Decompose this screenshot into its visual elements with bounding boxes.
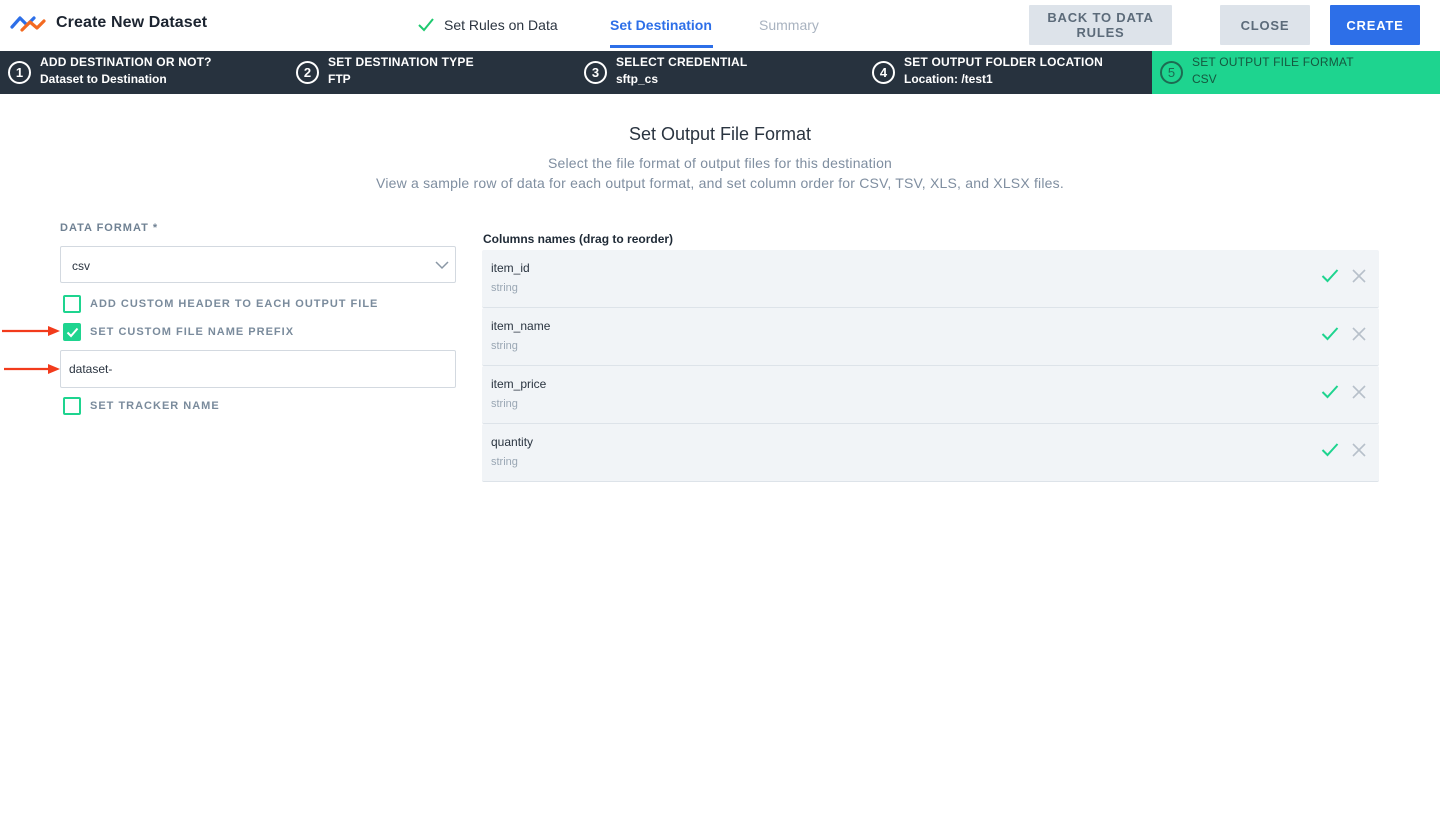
close-icon[interactable] bbox=[1352, 385, 1366, 399]
step-number: 4 bbox=[872, 61, 895, 84]
column-type: string bbox=[491, 340, 518, 352]
column-name: item_id bbox=[491, 261, 530, 275]
step-title: SET OUTPUT FOLDER LOCATION bbox=[904, 55, 1103, 69]
column-name: quantity bbox=[491, 435, 534, 449]
step-destination-type[interactable]: 2 SET DESTINATION TYPE FTP bbox=[288, 51, 576, 94]
step-value: CSV bbox=[1192, 72, 1217, 86]
step-title: SET OUTPUT FILE FORMAT bbox=[1192, 55, 1354, 69]
check-icon[interactable] bbox=[1321, 326, 1339, 342]
tracker-name-label: SET TRACKER NAME bbox=[90, 400, 220, 412]
step-output-file-format[interactable]: 5 SET OUTPUT FILE FORMAT CSV bbox=[1152, 51, 1440, 94]
step-title: SET DESTINATION TYPE bbox=[328, 55, 474, 69]
close-icon[interactable] bbox=[1352, 443, 1366, 457]
column-type: string bbox=[491, 398, 518, 410]
column-name: item_name bbox=[491, 319, 551, 333]
step-select-credential[interactable]: 3 SELECT CREDENTIAL sftp_cs bbox=[576, 51, 864, 94]
column-row[interactable]: item_price string bbox=[482, 366, 1379, 424]
column-name: item_price bbox=[491, 377, 547, 391]
tracker-name-checkbox[interactable] bbox=[63, 397, 81, 415]
arrow-right-icon bbox=[4, 364, 60, 374]
brand-logo-icon bbox=[10, 16, 46, 32]
steps-bar: 1 ADD DESTINATION OR NOT? Dataset to Des… bbox=[0, 51, 1440, 94]
check-icon bbox=[418, 18, 434, 32]
step-value: sftp_cs bbox=[616, 72, 659, 86]
create-button[interactable]: CREATE bbox=[1330, 5, 1420, 45]
column-row[interactable]: item_id string bbox=[482, 250, 1379, 308]
step-title: SELECT CREDENTIAL bbox=[616, 55, 748, 69]
custom-prefix-checkbox[interactable] bbox=[63, 323, 81, 341]
page-title: Create New Dataset bbox=[56, 14, 208, 31]
section-title: Set Output File Format bbox=[628, 124, 812, 144]
close-button[interactable]: CLOSE bbox=[1220, 5, 1310, 45]
columns-list: item_id string item_name string item_pri… bbox=[482, 250, 1379, 482]
top-bar: Create New Dataset Set Rules on Data Set… bbox=[0, 0, 1440, 51]
columns-label: Columns names (drag to reorder) bbox=[483, 232, 674, 246]
data-format-label: DATA FORMAT * bbox=[60, 222, 159, 234]
section-subtitle: Select the file format of output files f… bbox=[547, 155, 893, 171]
check-icon[interactable] bbox=[1321, 384, 1339, 400]
check-icon[interactable] bbox=[1321, 268, 1339, 284]
column-type: string bbox=[491, 456, 518, 468]
column-type: string bbox=[491, 282, 518, 294]
data-format-select[interactable]: csv bbox=[60, 246, 456, 283]
data-format-value: csv bbox=[72, 259, 90, 273]
column-row[interactable]: item_name string bbox=[482, 308, 1379, 366]
custom-header-checkbox[interactable] bbox=[63, 295, 81, 313]
step-number: 3 bbox=[584, 61, 607, 84]
close-icon[interactable] bbox=[1352, 327, 1366, 341]
tab-label: Set Destination bbox=[610, 17, 712, 33]
file-name-prefix-input[interactable] bbox=[60, 350, 456, 388]
step-number: 1 bbox=[8, 61, 31, 84]
column-row[interactable]: quantity string bbox=[482, 424, 1379, 482]
check-icon[interactable] bbox=[1321, 442, 1339, 458]
check-icon bbox=[66, 327, 79, 338]
step-number: 5 bbox=[1160, 61, 1183, 84]
chevron-down-icon bbox=[435, 261, 449, 270]
custom-prefix-label: SET CUSTOM FILE NAME PREFIX bbox=[90, 326, 295, 338]
step-value: FTP bbox=[328, 72, 351, 86]
step-value: Location: /test1 bbox=[904, 72, 993, 86]
section-description: View a sample row of data for each outpu… bbox=[376, 175, 1064, 191]
arrow-right-icon bbox=[2, 326, 60, 336]
step-output-folder[interactable]: 4 SET OUTPUT FOLDER LOCATION Location: /… bbox=[864, 51, 1152, 94]
tab-summary[interactable]: Summary bbox=[759, 17, 819, 51]
tab-set-destination[interactable]: Set Destination bbox=[610, 17, 713, 51]
close-icon[interactable] bbox=[1352, 269, 1366, 283]
step-add-destination[interactable]: 1 ADD DESTINATION OR NOT? Dataset to Des… bbox=[0, 51, 288, 94]
active-tab-underline bbox=[610, 45, 713, 48]
step-title: ADD DESTINATION OR NOT? bbox=[40, 55, 212, 69]
tab-label: Set Rules on Data bbox=[444, 17, 558, 33]
back-to-data-rules-button[interactable]: BACK TO DATA RULES bbox=[1029, 5, 1172, 45]
step-number: 2 bbox=[296, 61, 319, 84]
custom-header-label: ADD CUSTOM HEADER TO EACH OUTPUT FILE bbox=[90, 298, 379, 310]
step-value: Dataset to Destination bbox=[40, 72, 167, 86]
